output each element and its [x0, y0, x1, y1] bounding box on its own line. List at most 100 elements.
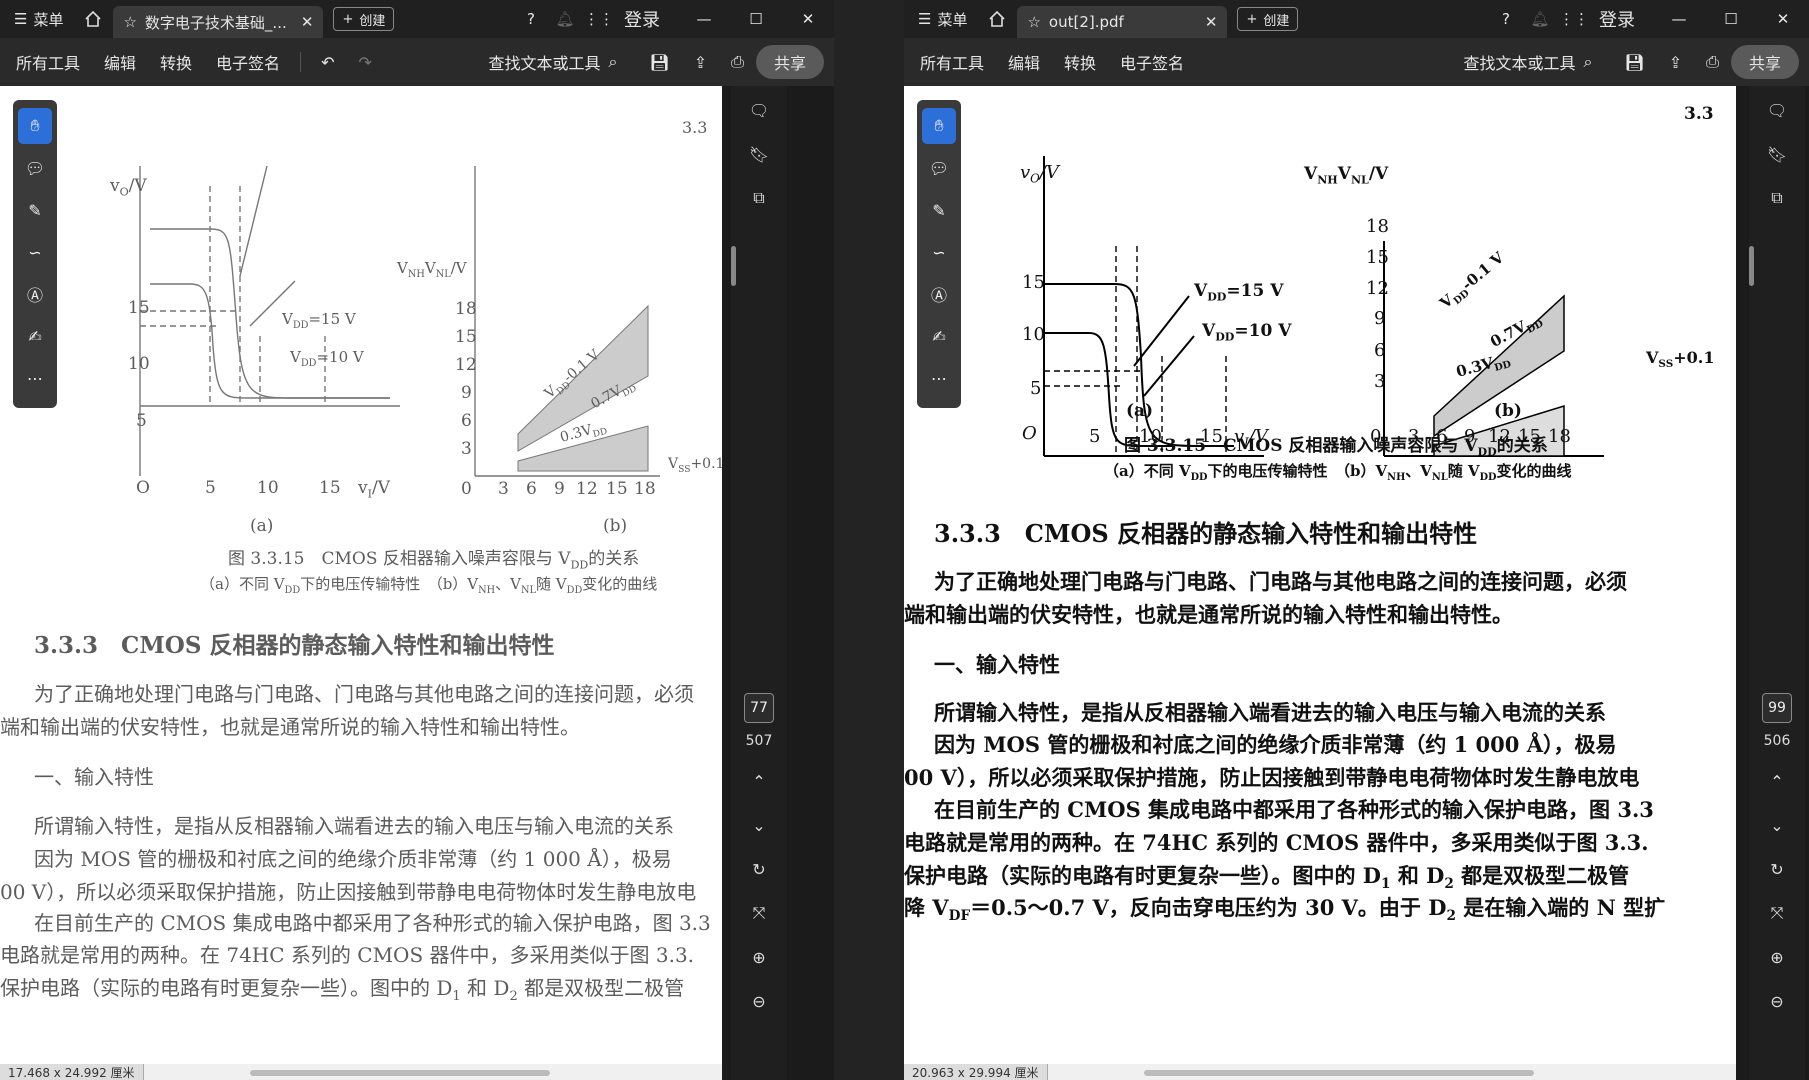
maximize-icon[interactable]: ☐ [1705, 0, 1757, 38]
a-xaxis-label: v [358, 478, 368, 498]
more-icon[interactable]: ⋯ [922, 360, 956, 396]
maximize-icon[interactable]: ☐ [730, 0, 782, 38]
rotate-icon[interactable]: ↻ [1759, 849, 1795, 889]
undo-icon[interactable]: ↶ [309, 53, 346, 72]
apps-grid-icon[interactable]: ⋮⋮ [1557, 0, 1591, 38]
create-button[interactable]: + 创建 [333, 7, 395, 31]
close-window-icon[interactable]: ✕ [782, 0, 834, 38]
zoom-in-icon[interactable]: ⊕ [1759, 937, 1795, 977]
horizontal-scrollbar[interactable] [250, 1070, 550, 1076]
page-up-icon[interactable]: ⌃ [741, 761, 777, 801]
bookmarks-icon[interactable]: 🔖︎ [1759, 134, 1795, 174]
close-tab-icon[interactable]: ✕ [301, 13, 314, 31]
document-page[interactable]: 3.3 vO/V 15 10 5 O 5 10 15 vI/V VDD=15 V… [904, 86, 1736, 1064]
vdd10-label: =10 V [316, 348, 364, 366]
horizontal-scrollbar[interactable] [1144, 1070, 1534, 1076]
document-page[interactable]: 3.3 vO/V 15 10 5 O 5 10 15 vI/V VDD=15 V… [0, 86, 722, 1064]
subheading: 一、输入特性 [934, 652, 1060, 677]
close-window-icon[interactable]: ✕ [1757, 0, 1809, 38]
hand-tool-icon[interactable]: ✋︎ [922, 108, 956, 144]
add-comment-icon[interactable]: 💬︎ [922, 150, 956, 186]
bell-icon[interactable]: 🔔︎ [1523, 0, 1557, 38]
text-select-icon[interactable]: Ⓐ [18, 276, 52, 312]
home-icon[interactable] [73, 0, 113, 38]
vss-sub: SS [1658, 358, 1674, 371]
menu-button[interactable]: ☰ 菜单 [904, 0, 977, 38]
share-button[interactable]: 共享 [755, 45, 824, 79]
help-icon[interactable]: ? [1489, 0, 1523, 38]
edit-menu[interactable]: 编辑 [996, 50, 1052, 74]
page-up-icon[interactable]: ⌃ [1759, 761, 1795, 801]
highlight-icon[interactable]: ✎ [922, 192, 956, 228]
star-icon[interactable]: ☆ [1027, 13, 1040, 31]
fit-page-icon[interactable]: ⤧ [741, 893, 777, 933]
subcap-b-tail: 变化的曲线 [582, 575, 658, 593]
sign-icon[interactable]: ✍︎ [922, 318, 956, 354]
save-icon[interactable]: 💾︎ [1612, 53, 1656, 72]
a-xtick: 5 [205, 478, 216, 498]
section-heading: 3.3.3 CMOS 反相器的静态输入特性和输出特性 [934, 519, 1478, 548]
comments-panel-icon[interactable]: 🗨︎ [1759, 90, 1795, 130]
current-page-input[interactable]: 99 [1762, 693, 1792, 723]
convert-menu[interactable]: 转换 [1052, 50, 1108, 74]
hand-tool-icon[interactable]: ✋︎ [18, 108, 52, 144]
minimize-icon[interactable]: — [1653, 0, 1705, 38]
figure-3-3-15 [139, 166, 660, 477]
draw-icon[interactable]: ∽ [922, 234, 956, 270]
fit-page-icon[interactable]: ⤧ [1759, 893, 1795, 933]
add-comment-icon[interactable]: 💬︎ [18, 150, 52, 186]
more-icon[interactable]: ⋯ [18, 360, 52, 396]
zoom-in-icon[interactable]: ⊕ [741, 937, 777, 977]
find-tool[interactable]: 查找文本或工具 ⌕ [488, 50, 617, 74]
convert-menu[interactable]: 转换 [148, 50, 204, 74]
page-down-icon[interactable]: ⌄ [1759, 805, 1795, 845]
menu-button[interactable]: ☰ 菜单 [0, 0, 73, 38]
all-tools-menu[interactable]: 所有工具 [904, 50, 996, 74]
login-button[interactable]: 登录 [1591, 6, 1653, 32]
minimize-icon[interactable]: — [678, 0, 730, 38]
vertical-scrollbar[interactable] [1749, 246, 1754, 286]
print-icon[interactable]: ⎙ [719, 52, 756, 72]
p9-text: 降 V [904, 895, 949, 920]
edit-menu[interactable]: 编辑 [92, 50, 148, 74]
apps-grid-icon[interactable]: ⋮⋮ [582, 0, 616, 38]
rotate-icon[interactable]: ↻ [741, 849, 777, 889]
save-icon[interactable]: 💾︎ [637, 53, 681, 72]
sign-icon[interactable]: ✍︎ [18, 318, 52, 354]
upload-icon[interactable]: ⇪ [682, 53, 719, 72]
pages-icon[interactable]: ⧉ [1759, 178, 1795, 218]
help-icon[interactable]: ? [514, 0, 548, 38]
login-button[interactable]: 登录 [616, 6, 678, 32]
pages-icon[interactable]: ⧉ [741, 178, 777, 218]
p8-mid: 和 D [1390, 863, 1445, 888]
zoom-out-icon[interactable]: ⊖ [1759, 981, 1795, 1021]
create-button[interactable]: + 创建 [1237, 7, 1299, 31]
all-tools-menu[interactable]: 所有工具 [0, 50, 92, 74]
b-ytick: 3 [1374, 371, 1386, 392]
esign-menu[interactable]: 电子签名 [1108, 50, 1196, 74]
highlight-icon[interactable]: ✎ [18, 192, 52, 228]
current-page-input[interactable]: 77 [744, 693, 774, 723]
zoom-out-icon[interactable]: ⊖ [741, 981, 777, 1021]
share-button[interactable]: 共享 [1730, 45, 1799, 79]
home-icon[interactable] [977, 0, 1017, 38]
draw-icon[interactable]: ∽ [18, 234, 52, 270]
esign-menu[interactable]: 电子签名 [204, 50, 292, 74]
document-tab[interactable]: ☆ out[2].pdf ✕ [1017, 6, 1228, 38]
text-select-icon[interactable]: Ⓐ [922, 276, 956, 312]
close-tab-icon[interactable]: ✕ [1205, 13, 1218, 31]
comments-panel-icon[interactable]: 🗨︎ [741, 90, 777, 130]
bell-icon[interactable]: 🔔︎ [548, 0, 582, 38]
find-tool[interactable]: 查找文本或工具 ⌕ [1463, 50, 1592, 74]
search-icon: ⌕ [1583, 52, 1593, 71]
page-down-icon[interactable]: ⌄ [741, 805, 777, 845]
upload-icon[interactable]: ⇪ [1657, 53, 1694, 72]
document-tab[interactable]: ☆ 数字电子技术基础_... ✕ [113, 6, 324, 38]
star-icon[interactable]: ☆ [123, 13, 136, 31]
vertical-scrollbar[interactable] [731, 246, 736, 286]
vdd-sub: DD [300, 358, 317, 369]
bookmarks-icon[interactable]: 🔖︎ [741, 134, 777, 174]
a-ytick: 5 [136, 411, 147, 431]
redo-icon[interactable]: ↷ [346, 53, 383, 72]
print-icon[interactable]: ⎙ [1694, 52, 1731, 72]
